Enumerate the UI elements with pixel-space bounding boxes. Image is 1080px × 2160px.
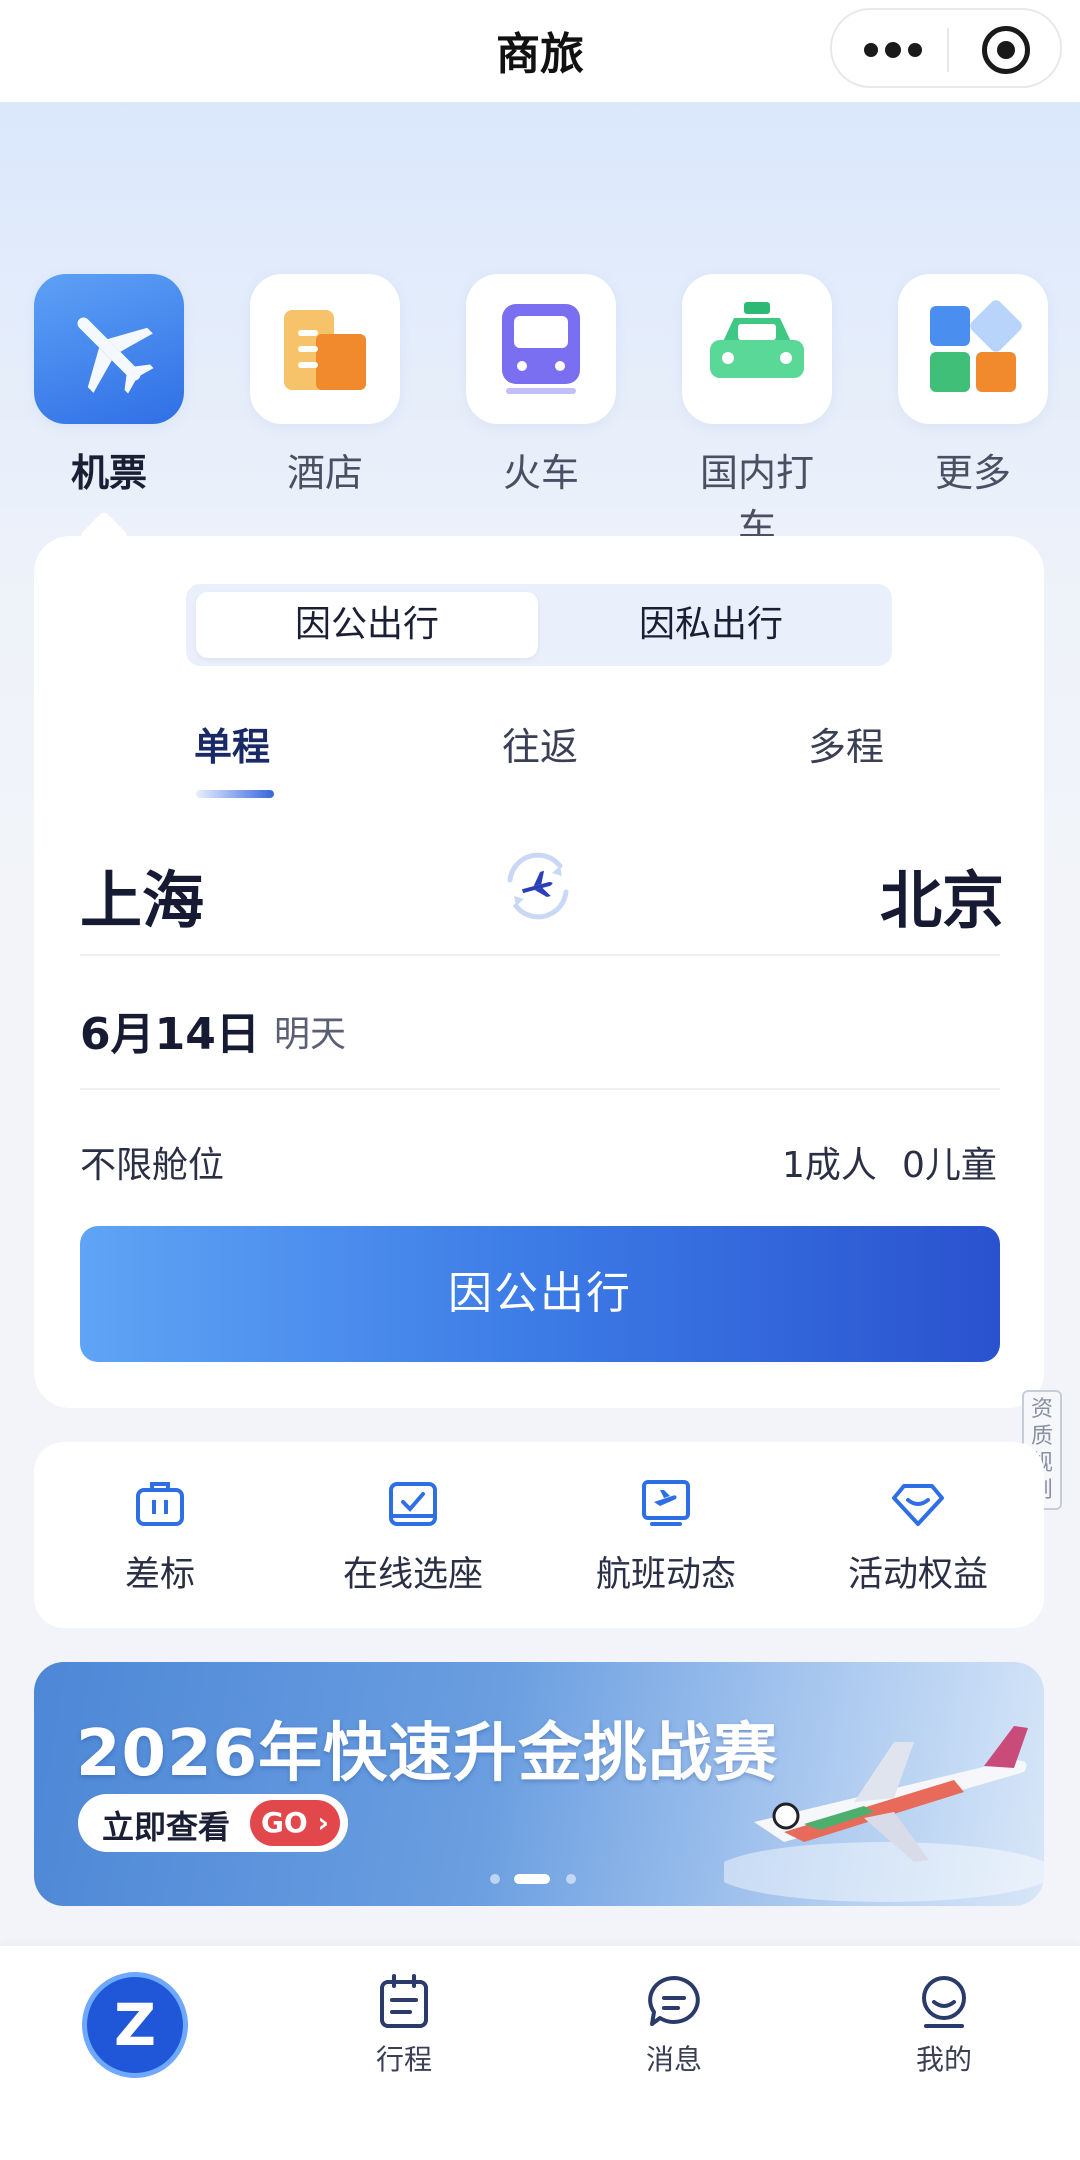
service-seat-selection[interactable]: 在线选座 — [303, 1474, 523, 1597]
airplane-icon — [34, 274, 184, 424]
more-apps-icon — [898, 274, 1048, 424]
carousel-dot — [490, 1874, 500, 1884]
arrival-city[interactable]: 北京 — [880, 850, 1004, 940]
tab-itinerary[interactable]: 行程 — [304, 1972, 504, 2078]
seat-select-icon — [385, 1474, 441, 1530]
category-flight[interactable]: 机票 — [34, 274, 184, 497]
hotel-icon — [250, 274, 400, 424]
category-train[interactable]: 火车 — [466, 274, 616, 497]
cabin-class-select[interactable]: 不限舱位 — [80, 1136, 224, 1188]
departure-city[interactable]: 上海 — [80, 850, 204, 940]
go-badge: GO › — [250, 1800, 340, 1846]
tab-underline — [196, 790, 274, 798]
diamond-icon — [890, 1474, 946, 1530]
itinerary-icon — [374, 1972, 434, 2032]
carousel-dot — [566, 1874, 576, 1884]
category-more[interactable]: 更多 — [898, 274, 1048, 497]
departure-date[interactable]: 6月14日 — [80, 998, 260, 1062]
segment-business[interactable]: 因公出行 — [196, 592, 538, 658]
adult-count[interactable]: 1成人 — [782, 1136, 877, 1188]
tab-label: 行程 — [375, 2043, 432, 2076]
banner-title: 2026年快速升金挑战赛 — [76, 1717, 779, 1791]
home-logo-icon[interactable]: Z — [82, 1972, 188, 2078]
bottom-tab-bar: Z 行程 消息 我的 — [0, 1946, 1080, 2160]
service-label: 在线选座 — [342, 1555, 483, 1595]
travel-purpose-toggle: 因公出行 因私出行 — [186, 584, 892, 666]
category-label: 火车 — [502, 451, 579, 495]
category-taxi[interactable]: 国内打车 — [682, 274, 832, 552]
service-travel-standard[interactable]: 差标 — [50, 1474, 270, 1597]
service-flight-status[interactable]: 航班动态 — [556, 1474, 776, 1597]
train-icon — [466, 274, 616, 424]
service-label: 活动权益 — [847, 1555, 988, 1595]
message-icon — [644, 1972, 704, 2032]
profile-icon — [914, 1972, 974, 2032]
tab-label: 消息 — [645, 2043, 702, 2076]
mini-program-capsule — [830, 8, 1062, 88]
tab-label: 我的 — [915, 2043, 972, 2076]
capsule-divider — [947, 28, 949, 72]
carousel-dot-active — [514, 1874, 550, 1884]
category-label: 酒店 — [286, 451, 363, 495]
tab-messages[interactable]: 消息 — [574, 1972, 774, 2078]
title-bar: 商旅 — [0, 0, 1080, 102]
divider — [80, 1088, 1000, 1090]
promo-banner[interactable]: 2026年快速升金挑战赛 立即查看 GO › — [34, 1662, 1044, 1906]
swap-cities-icon[interactable] — [498, 846, 578, 926]
service-label: 差标 — [124, 1555, 195, 1595]
flight-status-icon — [638, 1474, 694, 1530]
tab-one-way[interactable]: 单程 — [132, 716, 332, 771]
search-flights-button[interactable]: 因公出行 — [80, 1226, 1000, 1362]
tab-profile[interactable]: 我的 — [844, 1972, 1044, 2078]
category-label: 机票 — [70, 451, 147, 495]
banner-view-button[interactable]: 立即查看 GO › — [78, 1794, 348, 1852]
child-count[interactable]: 0儿童 — [902, 1136, 997, 1188]
service-benefits[interactable]: 活动权益 — [808, 1474, 1028, 1597]
category-hotel[interactable]: 酒店 — [250, 274, 400, 497]
close-target-icon[interactable] — [982, 26, 1030, 74]
segment-personal[interactable]: 因私出行 — [540, 592, 882, 658]
carousel-indicator — [490, 1874, 590, 1884]
divider — [80, 954, 1000, 956]
service-label: 航班动态 — [595, 1555, 736, 1595]
briefcase-icon — [132, 1474, 188, 1530]
category-label: 更多 — [934, 451, 1011, 495]
date-hint: 明天 — [274, 1014, 347, 1055]
more-dots-icon[interactable] — [862, 38, 922, 62]
tab-multi-city[interactable]: 多程 — [746, 716, 946, 771]
banner-button-label: 立即查看 — [102, 1808, 231, 1846]
tab-round-trip[interactable]: 往返 — [440, 716, 640, 771]
taxi-icon — [682, 274, 832, 424]
